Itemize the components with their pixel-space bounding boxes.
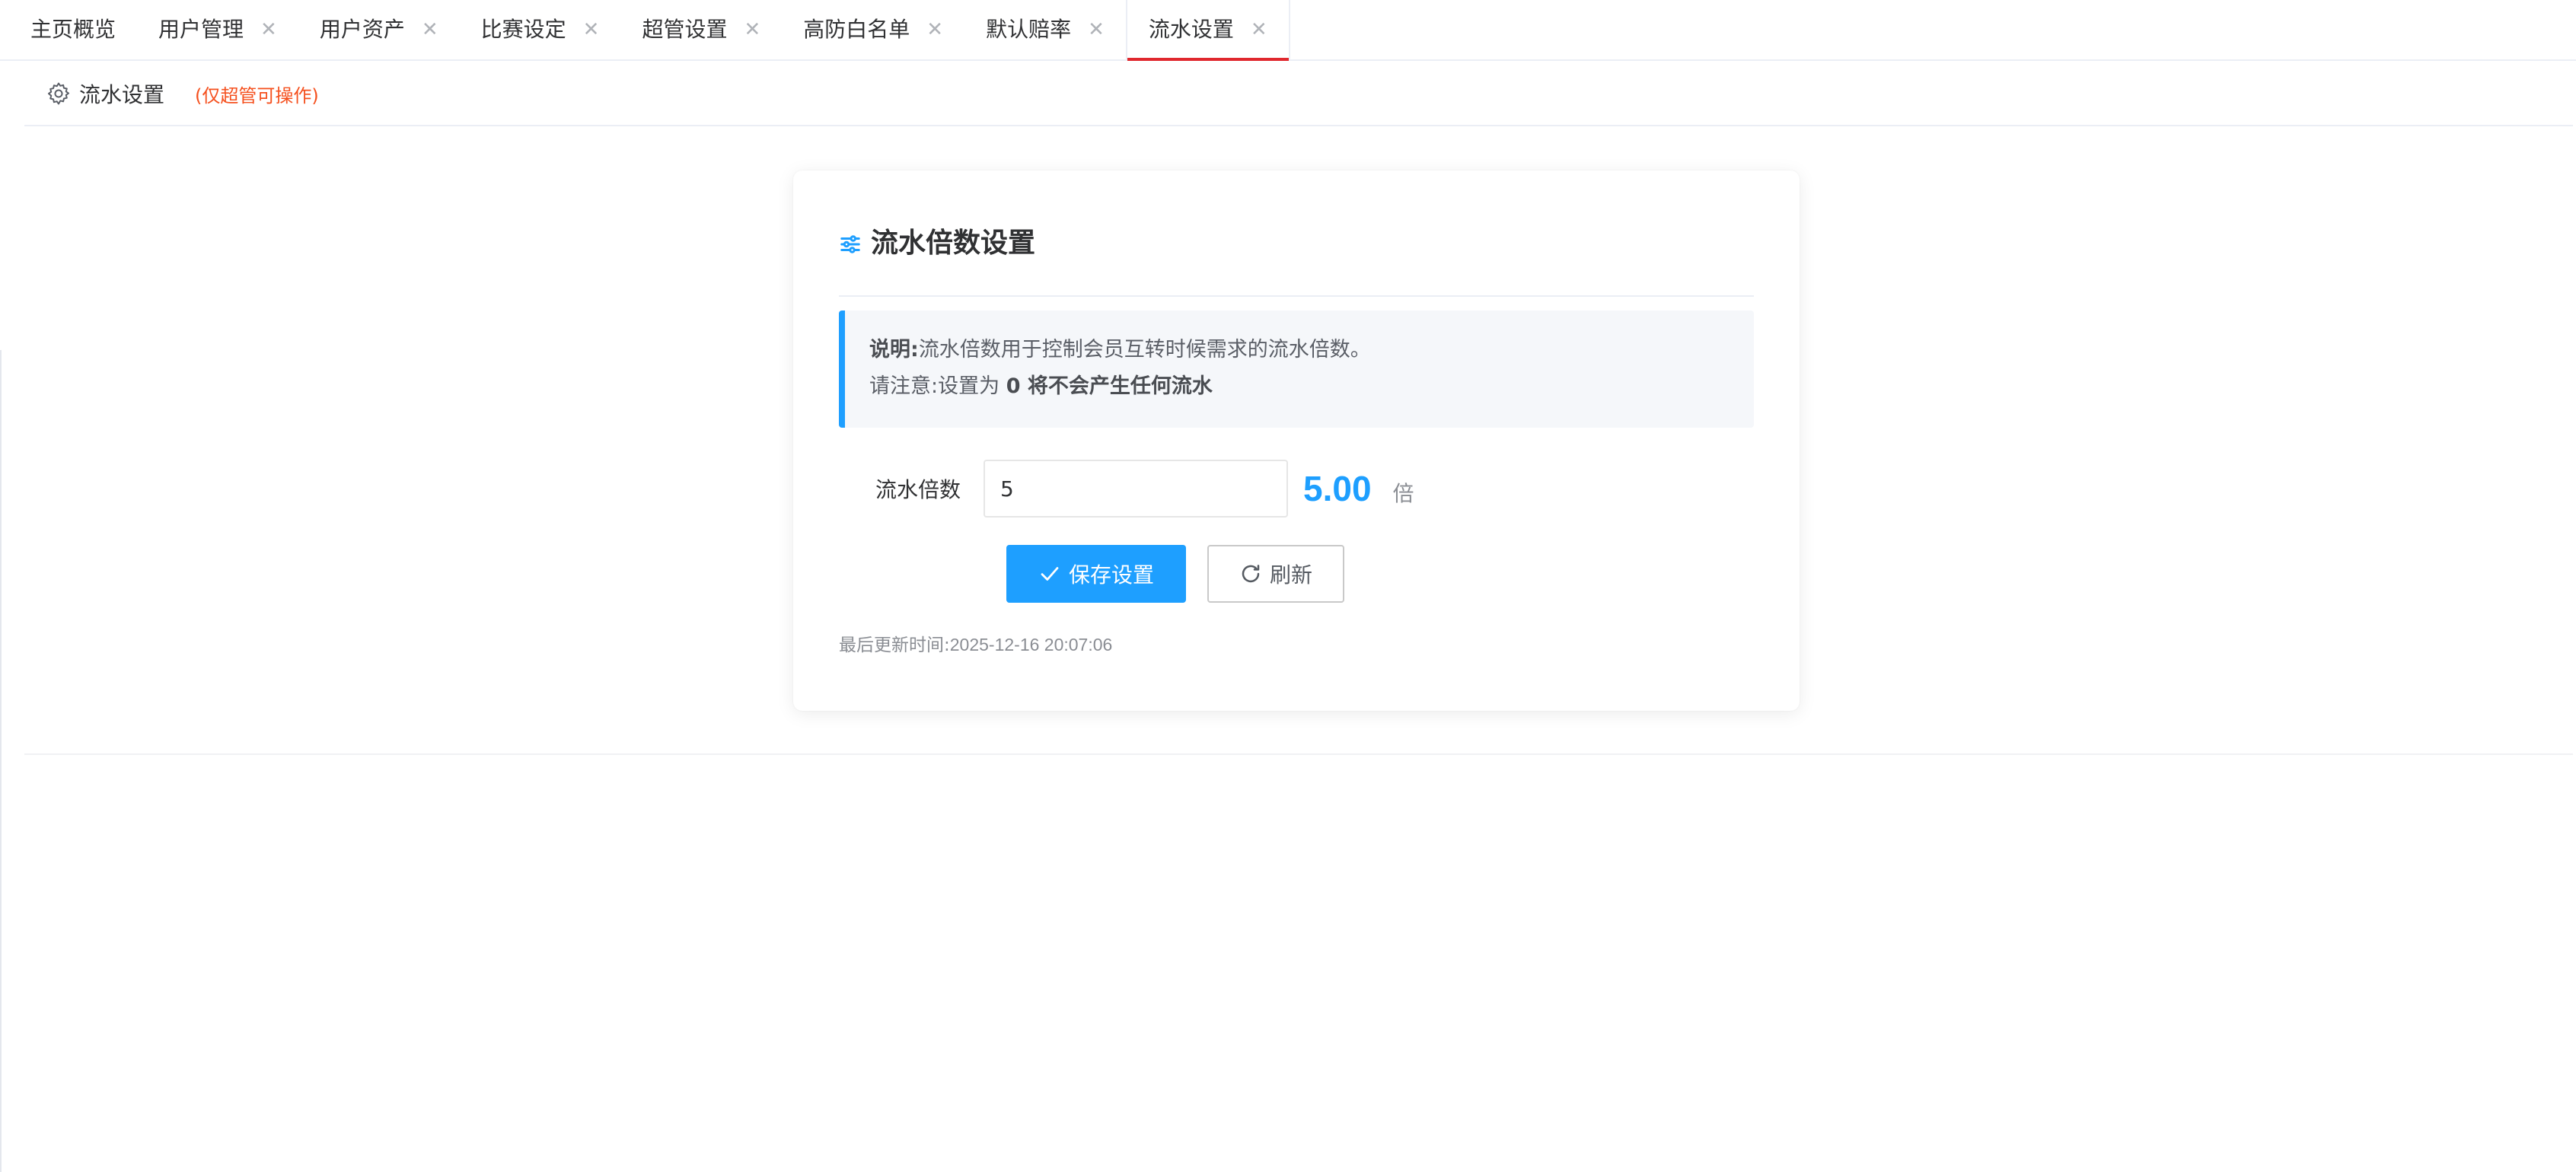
tab-label: 高防白名单 (803, 17, 910, 42)
refresh-button-label: 刷新 (1269, 562, 1312, 588)
save-button[interactable]: 保存设置 (1006, 545, 1186, 603)
tab-label: 流水设置 (1148, 17, 1234, 42)
tab-label: 主页概览 (30, 17, 116, 42)
warning-prefix: 请注意:设置为 (869, 374, 1000, 398)
close-icon[interactable]: ✕ (1088, 20, 1105, 40)
permission-note: (仅超管可操作) (195, 84, 319, 107)
close-icon[interactable]: ✕ (583, 20, 600, 40)
content-divider (24, 753, 2573, 755)
settings-card: 流水倍数设置 说明:流水倍数用于控制会员互转时候需求的流水倍数。 请注意:设置为… (793, 170, 1800, 711)
info-line-description: 说明:流水倍数用于控制会员互转时候需求的流水倍数。 (869, 332, 1754, 368)
close-icon[interactable]: ✕ (260, 20, 277, 40)
tab-turnover-settings[interactable]: 流水设置 ✕ (1125, 0, 1290, 61)
sliders-icon (840, 235, 860, 253)
close-icon[interactable]: ✕ (422, 20, 438, 40)
action-buttons: 保存设置 刷新 (1006, 545, 1344, 603)
app-root: 主页概览 用户管理 ✕ 用户资产 ✕ 比赛设定 ✕ 超管设置 ✕ 高防白名单 ✕… (0, 0, 2576, 1172)
multiplier-label: 流水倍数 (875, 477, 961, 502)
tab-ddos-whitelist[interactable]: 高防白名单 ✕ (782, 0, 964, 59)
gear-icon (47, 82, 70, 105)
info-text: 流水倍数用于控制会员互转时候需求的流水倍数。 (918, 338, 1371, 361)
tab-bar: 主页概览 用户管理 ✕ 用户资产 ✕ 比赛设定 ✕ 超管设置 ✕ 高防白名单 ✕… (0, 0, 2576, 61)
warning-strong: 0 将不会产生任何流水 (1006, 374, 1213, 398)
multiplier-input[interactable] (984, 460, 1288, 518)
multiplier-form-row: 流水倍数 5.00 倍 (839, 460, 1414, 518)
page-title: 流水设置 (79, 82, 165, 107)
multiplier-unit: 倍 (1392, 481, 1414, 506)
tab-user-management[interactable]: 用户管理 ✕ (137, 0, 298, 59)
tab-default-odds[interactable]: 默认赔率 ✕ (964, 0, 1126, 59)
last-updated-timestamp: 2025-12-16 20:07:06 (949, 635, 1113, 654)
multiplier-display: 5.00 (1303, 469, 1372, 508)
tab-home-overview[interactable]: 主页概览 (9, 0, 137, 59)
tab-match-settings[interactable]: 比赛设定 ✕ (460, 0, 621, 59)
close-icon[interactable]: ✕ (744, 20, 760, 40)
refresh-button[interactable]: 刷新 (1207, 545, 1344, 603)
check-icon (1041, 567, 1059, 581)
info-label: 说明: (869, 338, 919, 361)
card-title: 流水倍数设置 (871, 228, 1036, 259)
info-notice: 说明:流水倍数用于控制会员互转时候需求的流水倍数。 请注意:设置为 0 将不会产… (839, 311, 1754, 428)
save-button-label: 保存设置 (1068, 562, 1154, 588)
tab-label: 比赛设定 (480, 17, 566, 42)
tab-label: 超管设置 (642, 17, 728, 42)
last-updated: 最后更新时间:2025-12-16 20:07:06 (839, 630, 1112, 656)
tab-label: 用户管理 (158, 17, 244, 42)
tab-superadmin-settings[interactable]: 超管设置 ✕ (620, 0, 782, 59)
page-header: 流水设置 (仅超管可操作) (24, 62, 2573, 126)
left-edge-border (0, 350, 2, 1172)
tab-user-assets[interactable]: 用户资产 ✕ (298, 0, 460, 59)
card-header: 流水倍数设置 (839, 216, 1754, 297)
refresh-icon (1242, 565, 1260, 583)
close-icon[interactable]: ✕ (926, 20, 943, 40)
last-updated-label: 最后更新时间: (839, 635, 950, 655)
info-line-warning: 请注意:设置为 0 将不会产生任何流水 (869, 368, 1754, 405)
close-icon[interactable]: ✕ (1251, 20, 1267, 40)
tab-label: 默认赔率 (986, 17, 1072, 42)
tab-label: 用户资产 (319, 17, 405, 42)
